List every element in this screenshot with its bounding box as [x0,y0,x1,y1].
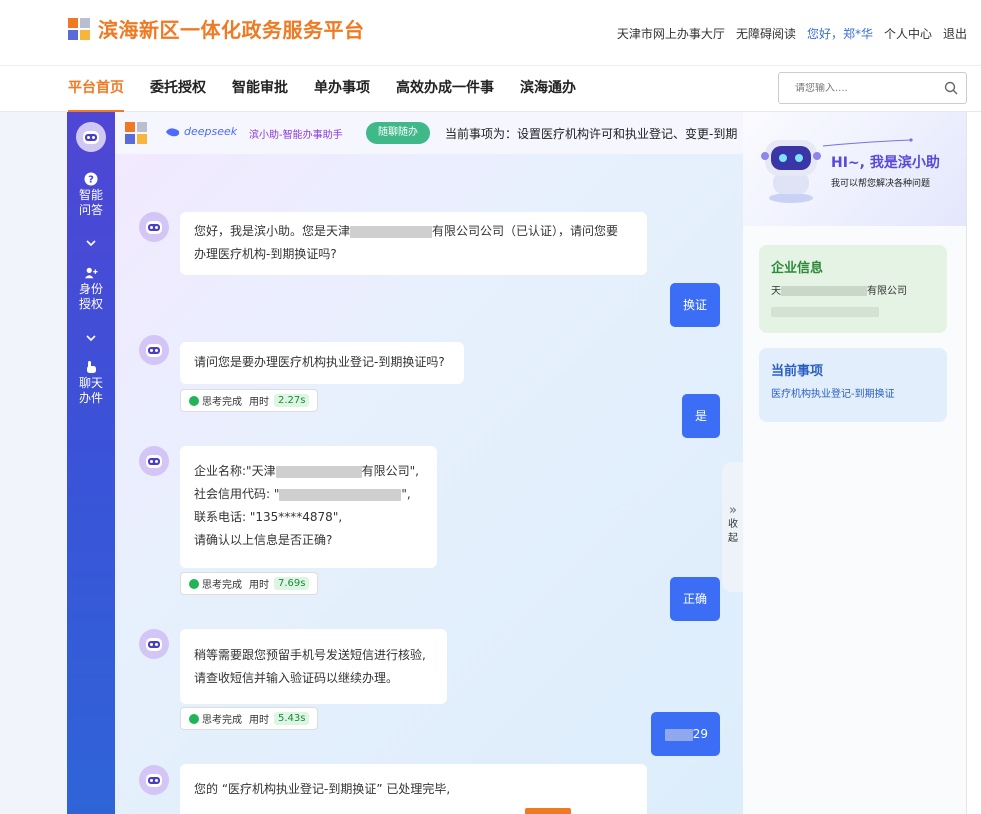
main-nav: 平台首页 委托授权 智能审批 单办事项 高效办成一件事 滨海通办 [0,66,981,112]
collapse-panel-button[interactable]: » 收起 [722,462,743,592]
chevron-down-icon[interactable] [84,236,98,250]
top-header: 滨海新区一体化政务服务平台 天津市网上办事大厅 无障碍阅读 您好，郑*华 个人中… [0,0,981,66]
redacted-line [771,304,935,318]
decoration-line [822,138,913,147]
platform-title: 滨海新区一体化政务服务平台 [98,18,365,42]
chat-panel: deepseek 滨小助-智能办事助手 随聊随办 当前事项为：设置医疗机构许可和… [115,112,743,814]
action-button[interactable] [525,808,571,814]
sidebar-item-identity-auth[interactable]: 身份授权 [67,266,115,312]
sidebar-label-identity-auth: 身份授权 [78,282,103,311]
nav-binhai-service[interactable]: 滨海通办 [520,66,576,112]
current-matter-link[interactable]: 医疗机构执业登记-到期换证 [771,387,935,403]
search-box [778,72,967,104]
check-icon [189,395,199,406]
user-message: 换证 [670,283,720,327]
sidebar-item-smart-qa[interactable]: ? 智能问答 [67,172,115,218]
redacted-text [275,465,362,478]
check-icon [189,713,199,724]
nav-one-thing[interactable]: 高效办成一件事 [396,66,494,112]
redacted-text [279,488,402,501]
bot-avatar-icon [139,765,169,795]
svg-text:?: ? [88,175,94,186]
search-input[interactable] [779,82,939,94]
double-chevron-icon: » [729,503,737,518]
chat-toolbar: deepseek 滨小助-智能办事助手 随聊随办 当前事项为：设置医疗机构许可和… [115,112,743,154]
left-sidebar: ? 智能问答 身份授权 聊天办件 [67,112,115,814]
user-greeting[interactable]: 您好，郑*华 [807,25,873,42]
current-matter-text: 当前事项为：设置医疗机构许可和执业登记、变更-到期 [445,127,738,141]
nav-single-matters[interactable]: 单办事项 [314,66,370,112]
whale-icon [166,127,180,136]
link-accessibility[interactable]: 无障碍阅读 [736,25,796,42]
bot-message: 您的 “医疗机构执业登记-到期换证” 已处理完毕, [180,764,647,814]
link-online-hall[interactable]: 天津市网上办事大厅 [617,25,725,42]
assistant-name: 滨小助-智能办事助手 [249,130,343,141]
robot-mascot-icon [761,140,821,203]
logo-mark-icon [125,122,147,144]
logo-mark-icon [68,17,90,40]
bot-message: 请问您是要办理医疗机构执业登记-到期换证吗? [180,342,464,384]
chevron-down-icon[interactable] [84,331,98,345]
hand-pointer-icon [87,361,96,373]
sidebar-item-chat-service[interactable]: 聊天办件 [67,360,115,406]
current-matter-title: 当前事项 [771,364,824,379]
bot-message: 企业名称:"天津 有限公司", 社会信用代码: " ", 联系电话: "135***… [180,446,437,568]
right-margin [967,112,981,814]
assistant-hero: HI~, 我是滨小助 我可以帮您解决各种问题 [743,112,967,226]
assistant-greeting: HI~, 我是滨小助 [831,155,940,171]
think-status: 思考完成 用时 7.69s [180,572,319,595]
redacted-text [781,286,867,296]
user-message: 正确 [670,577,720,621]
sidebar-label-smart-qa: 智能问答 [78,188,103,217]
redacted-text [664,728,693,741]
bot-message: 您好，我是滨小助。您是天津 有限公司公司（已认证），请问您要 办理医疗机构-到期换… [180,212,647,275]
random-chat-button[interactable]: 随聊随办 [366,122,430,144]
user-add-icon [84,267,98,279]
top-links: 天津市网上办事大厅 无障碍阅读 您好，郑*华 个人中心 退出 [617,25,967,42]
nav-home[interactable]: 平台首页 [68,66,124,112]
platform-logo[interactable]: 滨海新区一体化政务服务平台 [68,14,365,43]
think-status: 思考完成 用时 2.27s [180,389,319,412]
company-info-card: 企业信息 天有限公司 [759,245,947,333]
redacted-text [350,225,433,238]
sidebar-label-chat-service: 聊天办件 [78,376,103,405]
nav-delegation[interactable]: 委托授权 [150,66,206,112]
link-logout[interactable]: 退出 [943,25,967,42]
right-panel: HI~, 我是滨小助 我可以帮您解决各种问题 企业信息 天有限公司 当前事项 医… [743,112,967,814]
deepseek-label: deepseek [184,125,238,138]
think-status: 思考完成 用时 5.43s [180,707,319,730]
check-icon [189,578,199,589]
bot-avatar-icon [139,212,169,242]
left-margin [0,112,67,814]
question-icon: ? [84,172,98,186]
user-message: 是 [682,394,720,438]
assistant-subtitle: 我可以帮您解决各种问题 [831,179,931,189]
collapse-label: 收起 [728,519,738,544]
bot-avatar-icon [139,446,169,476]
user-message: 29 [651,712,720,756]
deepseek-logo: deepseek [165,125,237,138]
nav-smart-approval[interactable]: 智能审批 [232,66,288,112]
company-info-title: 企业信息 [771,261,824,276]
bot-message: 稍等需要跟您预留手机号发送短信进行核验, 请查收短信并输入验证码以继续办理。 [180,629,447,704]
bot-avatar-icon [139,629,169,659]
robot-avatar-icon [76,122,106,152]
current-matter-card: 当前事项 医疗机构执业登记-到期换证 [759,348,947,422]
bot-avatar-icon [139,335,169,365]
search-icon[interactable] [944,81,958,95]
link-personal-center[interactable]: 个人中心 [884,25,932,42]
